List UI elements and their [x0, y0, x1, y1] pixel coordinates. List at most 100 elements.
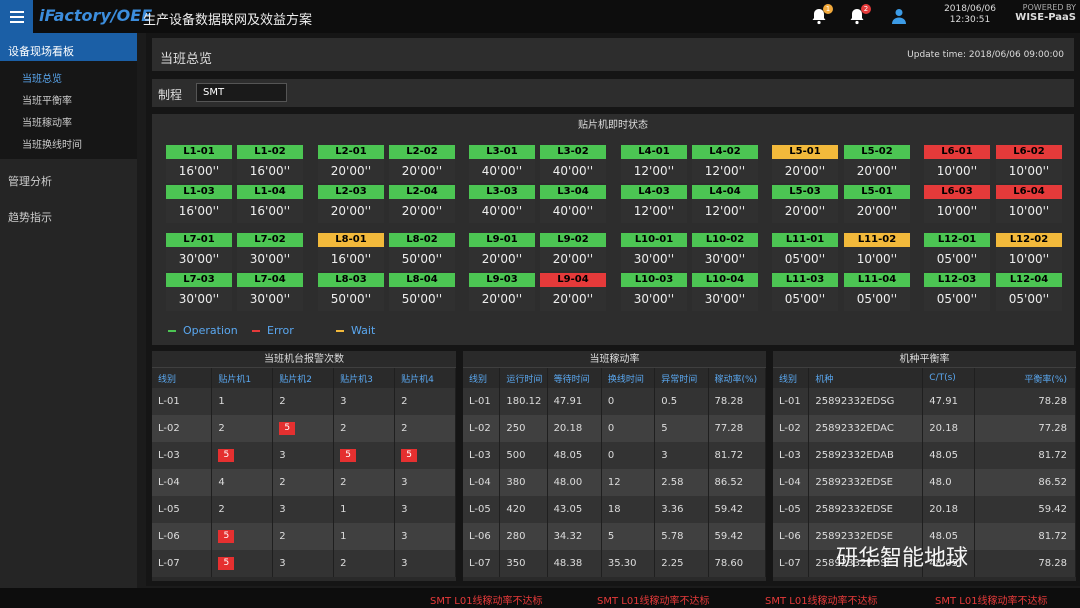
table-cell: 81.72 [974, 442, 1076, 469]
nav-shift-changeover[interactable]: 当班换线时间 [0, 133, 137, 155]
table-row[interactable]: L-02 250 20.18 0 5 77.28 [463, 415, 767, 442]
machine-tile[interactable]: L10-02 30'00'' [692, 233, 758, 271]
column-header[interactable]: 异常时间 [654, 368, 709, 388]
machine-tile[interactable]: L8-02 50'00'' [389, 233, 455, 271]
table-row[interactable]: L-03 5 3 5 5 [152, 442, 456, 469]
machine-tile[interactable]: L6-01 10'00'' [924, 145, 990, 183]
machine-tile[interactable]: L6-04 10'00'' [996, 185, 1062, 223]
column-header[interactable]: C/T(s) [922, 368, 976, 388]
table-row[interactable]: L-05 420 43.05 18 3.36 59.42 [463, 496, 767, 523]
table-row[interactable]: L-01 25892332EDSG 47.91 78.28 [773, 388, 1076, 415]
column-header[interactable]: 线别 [773, 368, 810, 388]
column-header[interactable]: 贴片机2 [272, 368, 335, 388]
table-row[interactable]: L-07 5 3 2 3 [152, 550, 456, 577]
bell-icon[interactable]: 1 [810, 4, 833, 27]
machine-tile[interactable]: L3-01 40'00'' [469, 145, 535, 183]
column-header[interactable]: 运行时间 [499, 368, 548, 388]
column-header[interactable]: 贴片机1 [211, 368, 274, 388]
machine-tile[interactable]: L4-01 12'00'' [621, 145, 687, 183]
column-header[interactable]: 线别 [152, 368, 213, 388]
column-header[interactable]: 线别 [463, 368, 501, 388]
machine-tile[interactable]: L3-02 40'00'' [540, 145, 606, 183]
hamburger-menu-button[interactable] [0, 0, 33, 33]
machine-tile[interactable]: L9-02 20'00'' [540, 233, 606, 271]
machine-tile[interactable]: L11-03 05'00'' [772, 273, 838, 311]
machine-tile[interactable]: L10-03 30'00'' [621, 273, 687, 311]
user-icon[interactable] [890, 7, 910, 27]
machine-tile[interactable]: L7-02 30'00'' [237, 233, 303, 271]
machine-tile[interactable]: L3-03 40'00'' [469, 185, 535, 223]
machine-tile[interactable]: L4-03 12'00'' [621, 185, 687, 223]
alarm-table-title: 当班机台报警次数 [152, 351, 456, 368]
machine-tile[interactable]: L8-03 50'00'' [318, 273, 384, 311]
table-row[interactable]: L-02 2 5 2 2 [152, 415, 456, 442]
alert-bell-icon[interactable]: 2 [848, 4, 871, 27]
machine-tile[interactable]: L7-01 30'00'' [166, 233, 232, 271]
machine-tile[interactable]: L10-01 30'00'' [621, 233, 687, 271]
machine-tile[interactable]: L2-03 20'00'' [318, 185, 384, 223]
table-row[interactable]: L-06 280 34.32 5 5.78 59.42 [463, 523, 767, 550]
machine-tile[interactable]: L12-04 05'00'' [996, 273, 1062, 311]
nav-shift-overview[interactable]: 当班总览 [0, 67, 137, 89]
machine-tile[interactable]: L5-03 20'00'' [772, 185, 838, 223]
machine-tile[interactable]: L11-01 05'00'' [772, 233, 838, 271]
machine-tile[interactable]: L5-01 20'00'' [844, 185, 910, 223]
column-header[interactable]: 平衡率(%) [974, 368, 1076, 388]
machine-tile[interactable]: L11-02 10'00'' [844, 233, 910, 271]
machine-tile[interactable]: L1-04 16'00'' [237, 185, 303, 223]
machine-tile[interactable]: L2-01 20'00'' [318, 145, 384, 183]
machine-tile[interactable]: L12-03 05'00'' [924, 273, 990, 311]
column-header[interactable]: 等待时间 [547, 368, 602, 388]
machine-tile[interactable]: L1-01 16'00'' [166, 145, 232, 183]
table-cell: L-07 [773, 550, 810, 577]
machine-duration: 10'00'' [996, 199, 1062, 223]
table-cell: L-02 [773, 415, 810, 442]
table-row[interactable]: L-06 5 2 1 3 [152, 523, 456, 550]
nav-management-analysis[interactable]: 管理分析 [0, 159, 137, 195]
table-row[interactable]: L-04 4 2 2 3 [152, 469, 456, 496]
machine-tile[interactable]: L9-04 20'00'' [540, 273, 606, 311]
machine-tile[interactable]: L5-02 20'00'' [844, 145, 910, 183]
nav-trend-indicator[interactable]: 趋势指示 [0, 195, 137, 231]
machine-tile[interactable]: L4-02 12'00'' [692, 145, 758, 183]
machine-tile[interactable]: L2-02 20'00'' [389, 145, 455, 183]
machine-tile[interactable]: L6-03 10'00'' [924, 185, 990, 223]
machine-tile[interactable]: L12-02 10'00'' [996, 233, 1062, 271]
table-row[interactable]: L-01 1 2 3 2 [152, 388, 456, 415]
table-row[interactable]: L-02 25892332EDAC 20.18 77.28 [773, 415, 1076, 442]
machine-tile[interactable]: L6-02 10'00'' [996, 145, 1062, 183]
machine-tile[interactable]: L9-03 20'00'' [469, 273, 535, 311]
machine-tile[interactable]: L7-04 30'00'' [237, 273, 303, 311]
machine-tile[interactable]: L7-03 30'00'' [166, 273, 232, 311]
machine-tile[interactable]: L1-02 16'00'' [237, 145, 303, 183]
machine-duration: 16'00'' [237, 199, 303, 223]
nav-shift-utilization[interactable]: 当班稼动率 [0, 111, 137, 133]
table-row[interactable]: L-03 25892332EDAB 48.05 81.72 [773, 442, 1076, 469]
machine-tile[interactable]: L8-04 50'00'' [389, 273, 455, 311]
machine-tile[interactable]: L2-04 20'00'' [389, 185, 455, 223]
machine-tile[interactable]: L5-01 20'00'' [772, 145, 838, 183]
table-row[interactable]: L-03 500 48.05 0 3 81.72 [463, 442, 767, 469]
machine-tile[interactable]: L10-04 30'00'' [692, 273, 758, 311]
machine-tile[interactable]: L9-01 20'00'' [469, 233, 535, 271]
machine-tile[interactable]: L4-04 12'00'' [692, 185, 758, 223]
process-select[interactable]: SMT [196, 83, 287, 102]
column-header[interactable]: 贴片机3 [333, 368, 396, 388]
table-row[interactable]: L-05 2 3 1 3 [152, 496, 456, 523]
table-row[interactable]: L-04 380 48.00 12 2.58 86.52 [463, 469, 767, 496]
table-row[interactable]: L-04 25892332EDSE 48.0 86.52 [773, 469, 1076, 496]
table-row[interactable]: L-05 25892332EDSE 20.18 59.42 [773, 496, 1076, 523]
column-header[interactable]: 稼动率(%) [708, 368, 767, 388]
machine-tile[interactable]: L12-01 05'00'' [924, 233, 990, 271]
table-row[interactable]: L-07 350 48.38 35.30 2.25 78.60 [463, 550, 767, 577]
nav-shift-balance[interactable]: 当班平衡率 [0, 89, 137, 111]
nav-group-site-board[interactable]: 设备现场看板 [0, 33, 137, 61]
table-row[interactable]: L-01 180.12 47.91 0 0.5 78.28 [463, 388, 767, 415]
machine-tile[interactable]: L8-01 16'00'' [318, 233, 384, 271]
column-header[interactable]: 机种 [808, 368, 924, 388]
machine-tile[interactable]: L3-04 40'00'' [540, 185, 606, 223]
column-header[interactable]: 贴片机4 [394, 368, 456, 388]
machine-tile[interactable]: L1-03 16'00'' [166, 185, 232, 223]
column-header[interactable]: 换线时间 [601, 368, 656, 388]
machine-tile[interactable]: L11-04 05'00'' [844, 273, 910, 311]
